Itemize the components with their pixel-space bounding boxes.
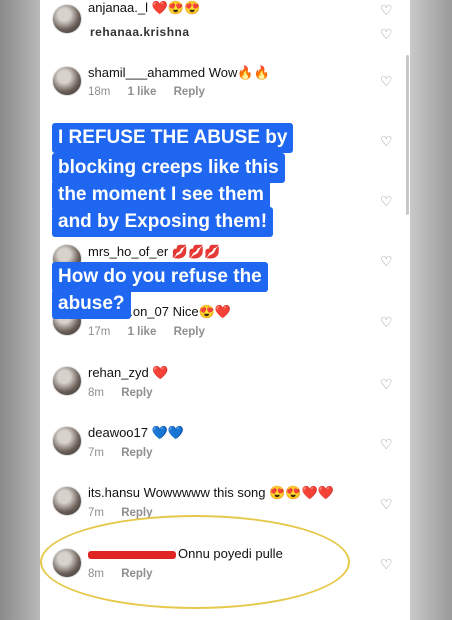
question-text-line: abuse? bbox=[52, 289, 131, 319]
like-heart-icon[interactable]: ♡ bbox=[380, 556, 393, 573]
comment-time: 18m bbox=[88, 86, 111, 98]
comment-text: rehan_zyd ❤️ bbox=[88, 365, 169, 380]
story-text-line: I REFUSE THE ABUSE by bbox=[52, 123, 294, 153]
background-right bbox=[410, 0, 452, 620]
comment-meta: 17m 1 like Reply bbox=[88, 326, 219, 338]
comment-text: its.hansu Wowwwww this song 😍😍❤️❤️ bbox=[88, 485, 334, 500]
avatar[interactable] bbox=[52, 66, 82, 96]
comment-meta: 8m Reply bbox=[88, 387, 167, 399]
reply-button[interactable]: Reply bbox=[121, 447, 152, 459]
like-heart-icon[interactable]: ♡ bbox=[380, 193, 393, 210]
like-heart-icon[interactable]: ♡ bbox=[380, 253, 393, 270]
like-heart-icon[interactable]: ♡ bbox=[380, 376, 393, 393]
comment-text: deawoo17 💙💙 bbox=[88, 425, 184, 440]
like-heart-icon[interactable]: ♡ bbox=[380, 73, 393, 90]
comment-time: 7m bbox=[88, 507, 104, 519]
comment-likes[interactable]: 1 like bbox=[128, 326, 157, 338]
comment-username[interactable]: shamil___ahammed bbox=[88, 65, 205, 80]
background-left bbox=[0, 0, 40, 620]
like-heart-icon[interactable]: ♡ bbox=[380, 2, 393, 19]
comment-text: mrs_ho_of_er 💋💋💋 bbox=[88, 244, 221, 259]
story-text-line: the moment I see them bbox=[52, 180, 270, 210]
comment-text: shamil___ahammed Wow🔥🔥 bbox=[88, 65, 270, 80]
comment-meta: 18m 1 like Reply bbox=[88, 86, 219, 98]
avatar[interactable] bbox=[52, 4, 82, 34]
like-heart-icon[interactable]: ♡ bbox=[380, 436, 393, 453]
reply-button[interactable]: Reply bbox=[174, 326, 205, 338]
comment-time: 17m bbox=[88, 326, 111, 338]
highlight-circle bbox=[40, 515, 350, 609]
comment-time: 8m bbox=[88, 387, 104, 399]
scrollbar[interactable] bbox=[406, 55, 409, 215]
like-heart-icon[interactable]: ♡ bbox=[380, 26, 393, 43]
avatar[interactable] bbox=[52, 486, 82, 516]
comment-username[interactable]: rehan_zyd bbox=[88, 365, 149, 380]
avatar[interactable] bbox=[52, 366, 82, 396]
comment-text: ...on_07 Nice😍❤️ bbox=[122, 304, 232, 319]
comment-meta: 7m Reply bbox=[88, 447, 167, 459]
comment-username[interactable]: mrs_ho_of_er bbox=[88, 244, 168, 259]
comment-username[interactable]: anjanaa._l ❤️😍😍 bbox=[88, 0, 200, 16]
like-heart-icon[interactable]: ♡ bbox=[380, 314, 393, 331]
like-heart-icon[interactable]: ♡ bbox=[380, 496, 393, 513]
like-heart-icon[interactable]: ♡ bbox=[380, 133, 393, 150]
comment-row: shamil___ahammed Wow🔥🔥 18m 1 like Reply … bbox=[40, 60, 410, 120]
story-text-line: and by Exposing them! bbox=[52, 207, 274, 237]
avatar[interactable] bbox=[52, 426, 82, 456]
comment-username[interactable]: deawoo17 bbox=[88, 425, 148, 440]
question-text-line: How do you refuse the bbox=[52, 262, 268, 292]
reply-button[interactable]: Reply bbox=[121, 387, 152, 399]
overlay-username: rehanaa.krishna bbox=[90, 25, 190, 39]
comment-likes[interactable]: 1 like bbox=[128, 86, 157, 98]
comment-row: deawoo17 💙💙 7m Reply ♡ bbox=[40, 422, 410, 482]
comment-row: rehan_zyd ❤️ 8m Reply ♡ bbox=[40, 362, 410, 422]
story-text-line: blocking creeps like this bbox=[52, 153, 285, 183]
comment-username[interactable]: its.hansu bbox=[88, 485, 140, 500]
reply-button[interactable]: Reply bbox=[174, 86, 205, 98]
comment-time: 7m bbox=[88, 447, 104, 459]
